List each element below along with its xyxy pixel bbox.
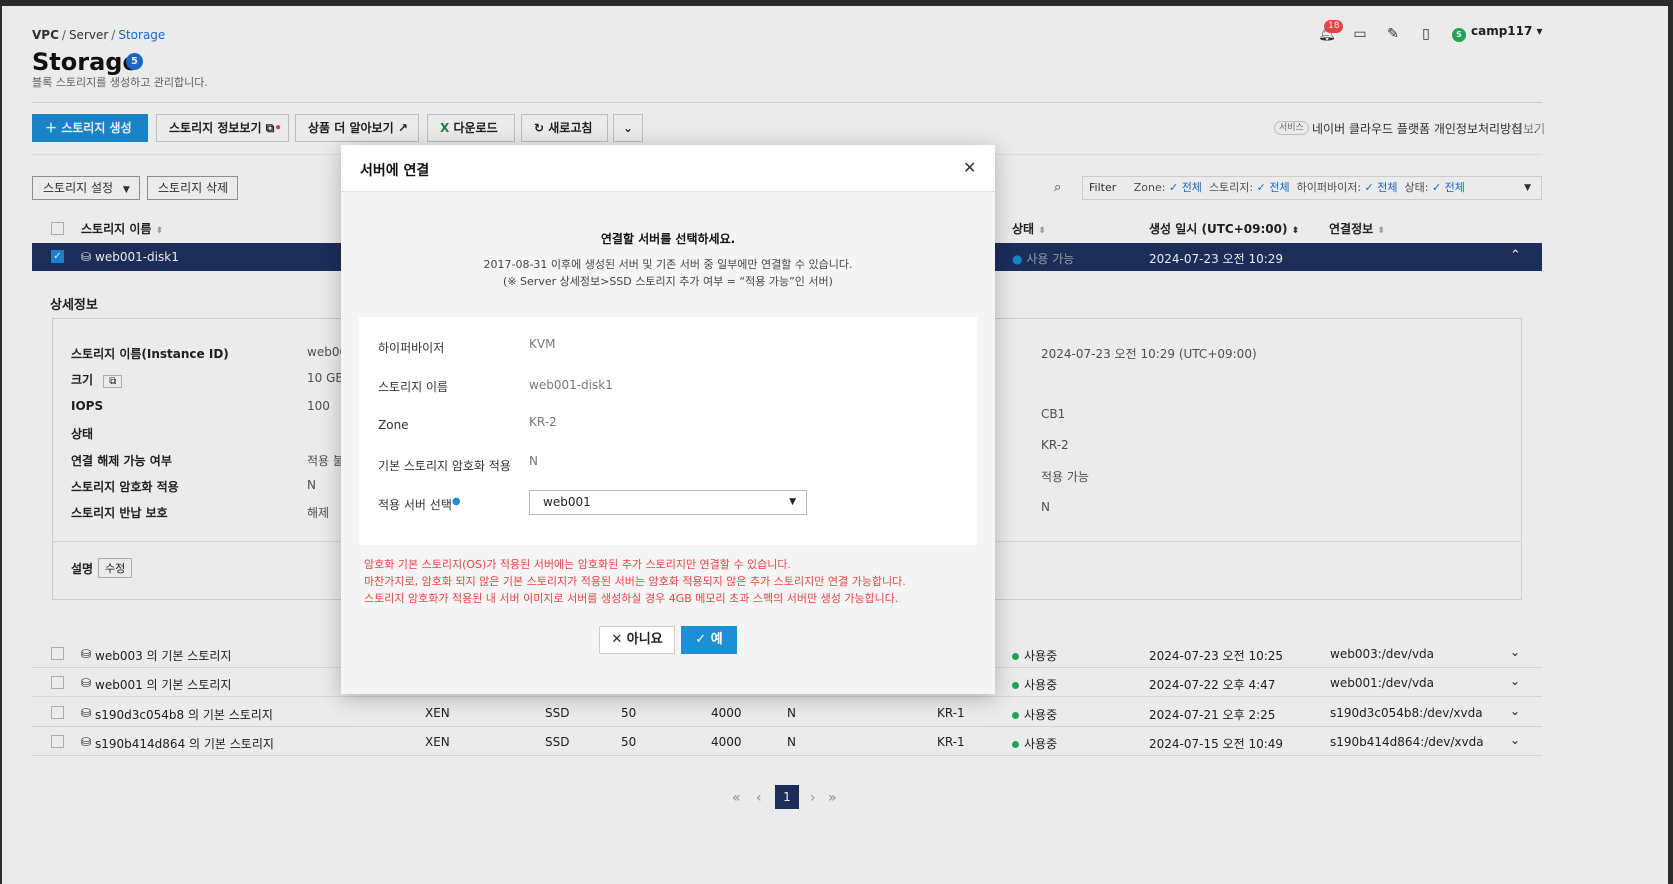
warning-text: 암호화 기본 스토리지(OS)가 적용된 서버에는 암호화된 추가 스토리지만 … <box>364 558 792 571</box>
dialog-form: 하이퍼바이저 KVM 스토리지 이름 web001-disk1 Zone KR-… <box>359 317 977 545</box>
form-label: Zone <box>378 418 409 432</box>
dialog-title: 서버에 연결 <box>360 163 430 179</box>
check-icon: ✓ <box>695 632 707 647</box>
form-value: KVM <box>529 337 556 351</box>
warning-text: 스토리지 암호화가 적용된 내 서버 이미지로 서버를 생성하실 경우 4GB … <box>364 592 899 605</box>
storage-page: VPC / Server / Storage Storage 5 블록 스토리지를 생성… <box>2 6 1668 884</box>
server-select[interactable]: web001 ▼ <box>529 490 807 515</box>
caret-down-icon: ▼ <box>789 497 796 507</box>
form-label: 하이퍼바이저 <box>378 341 445 355</box>
dialog-description-note: (※ Server 상세정보>SSD 스토리지 추가 여부 = “적용 가능”인… <box>503 275 833 288</box>
yes-button-label: 예 <box>710 632 723 647</box>
no-button-label: 아니요 <box>626 632 663 647</box>
dialog-body: 연결할 서버를 선택하세요. 2017-08-31 이후에 생성된 서버 및 기… <box>341 192 995 694</box>
connect-server-dialog: 서버에 연결 ✕ 연결할 서버를 선택하세요. 2017-08-31 이후에 생… <box>341 145 995 694</box>
close-icon: ✕ <box>611 632 623 647</box>
form-label: 스토리지 이름 <box>378 380 449 394</box>
required-dot-icon: ● <box>451 496 461 507</box>
yes-button[interactable]: ✓ 예 <box>681 626 737 654</box>
no-button[interactable]: ✕ 아니요 <box>599 626 675 654</box>
server-select-value: web001 <box>543 495 591 509</box>
select-server-label: 적용 서버 선택● <box>378 496 461 513</box>
dialog-description: 2017-08-31 이후에 생성된 서버 및 기존 서버 중 일부에만 연결할… <box>483 258 853 271</box>
form-value: web001-disk1 <box>529 378 613 392</box>
warning-text: 마찬가지로, 암호화 되지 않은 기본 스토리지가 적용된 서버는 암호화 적용… <box>364 575 906 588</box>
select-server-label-text: 적용 서버 선택 <box>378 498 452 512</box>
form-value: KR-2 <box>529 415 557 429</box>
form-label: 기본 스토리지 암호화 적용 <box>378 459 511 473</box>
dialog-heading: 연결할 서버를 선택하세요. <box>600 232 736 246</box>
form-value: N <box>529 454 538 468</box>
close-icon[interactable]: ✕ <box>963 158 976 177</box>
dialog-header <box>341 145 995 192</box>
